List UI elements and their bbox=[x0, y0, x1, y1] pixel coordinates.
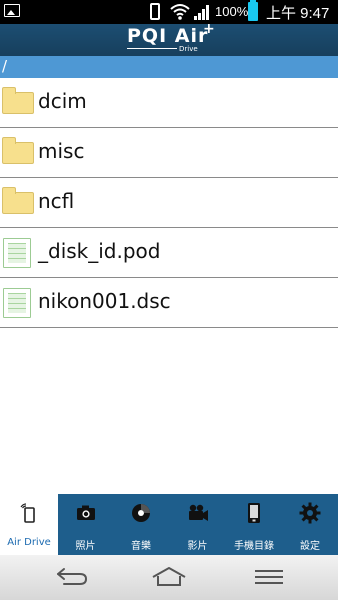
file-name: nikon001.dsc bbox=[38, 289, 171, 313]
home-button[interactable] bbox=[149, 565, 189, 589]
folder-icon bbox=[2, 87, 34, 114]
document-icon bbox=[3, 238, 31, 268]
logo-subtitle: Drive bbox=[179, 45, 198, 53]
battery-percent: 100% bbox=[215, 4, 249, 19]
file-name: ncfl bbox=[38, 189, 75, 213]
file-row-disk-id[interactable]: _disk_id.pod bbox=[0, 228, 338, 278]
menu-button[interactable] bbox=[249, 565, 289, 589]
file-list: dcim misc ncfl _disk_id.pod nikon001.dsc bbox=[0, 78, 338, 328]
screenshot-notification-icon bbox=[4, 4, 20, 17]
system-navigation-bar bbox=[0, 555, 338, 600]
battery-icon bbox=[248, 0, 258, 21]
tab-label: 影片 bbox=[187, 541, 208, 552]
vibrate-icon bbox=[150, 3, 160, 20]
logo-plus: + bbox=[203, 21, 215, 37]
file-row-ncfl[interactable]: ncfl bbox=[0, 178, 338, 228]
logo-text: PQI Air bbox=[127, 25, 209, 47]
air-drive-icon bbox=[20, 503, 35, 523]
tab-videos[interactable]: 影片 bbox=[169, 494, 226, 555]
file-name: _disk_id.pod bbox=[38, 239, 161, 263]
video-camera-icon bbox=[188, 504, 208, 521]
status-bar: 100% 上午 9:47 bbox=[0, 0, 338, 24]
file-name: dcim bbox=[38, 89, 87, 113]
camera-icon bbox=[76, 505, 95, 520]
file-row-dcim[interactable]: dcim bbox=[0, 78, 338, 128]
tab-label: Air Drive bbox=[7, 537, 51, 548]
tab-label: 音樂 bbox=[131, 541, 151, 552]
path-breadcrumb: / bbox=[0, 56, 338, 78]
file-row-nikon001[interactable]: nikon001.dsc bbox=[0, 278, 338, 328]
tab-photos[interactable]: 照片 bbox=[58, 494, 113, 555]
wifi-icon bbox=[170, 4, 190, 20]
logo-underline bbox=[127, 48, 177, 49]
tab-label: 設定 bbox=[300, 541, 320, 552]
folder-icon bbox=[2, 187, 34, 214]
tab-label: 照片 bbox=[75, 541, 96, 552]
tab-air-drive[interactable]: Air Drive bbox=[0, 494, 58, 555]
app-header: PQI Air + Drive bbox=[0, 21, 338, 56]
current-path: / bbox=[2, 57, 8, 75]
bottom-tab-bar: Air Drive 照片 音樂 影片 手機目錄 設定 bbox=[0, 494, 338, 555]
tab-music[interactable]: 音樂 bbox=[113, 494, 169, 555]
file-name: misc bbox=[38, 139, 85, 163]
music-icon bbox=[132, 504, 150, 522]
tab-phone-directory[interactable]: 手機目錄 bbox=[226, 494, 282, 555]
tab-settings[interactable]: 設定 bbox=[282, 494, 338, 555]
back-button[interactable] bbox=[50, 565, 90, 589]
phone-directory-icon bbox=[248, 503, 260, 523]
folder-icon bbox=[2, 137, 34, 164]
signal-icon bbox=[194, 5, 209, 20]
file-row-misc[interactable]: misc bbox=[0, 128, 338, 178]
document-icon bbox=[3, 288, 31, 318]
tab-label: 手機目錄 bbox=[234, 541, 274, 552]
app-logo: PQI Air + Drive bbox=[127, 21, 217, 55]
gear-icon bbox=[299, 502, 321, 524]
clock: 上午 9:47 bbox=[266, 5, 330, 22]
